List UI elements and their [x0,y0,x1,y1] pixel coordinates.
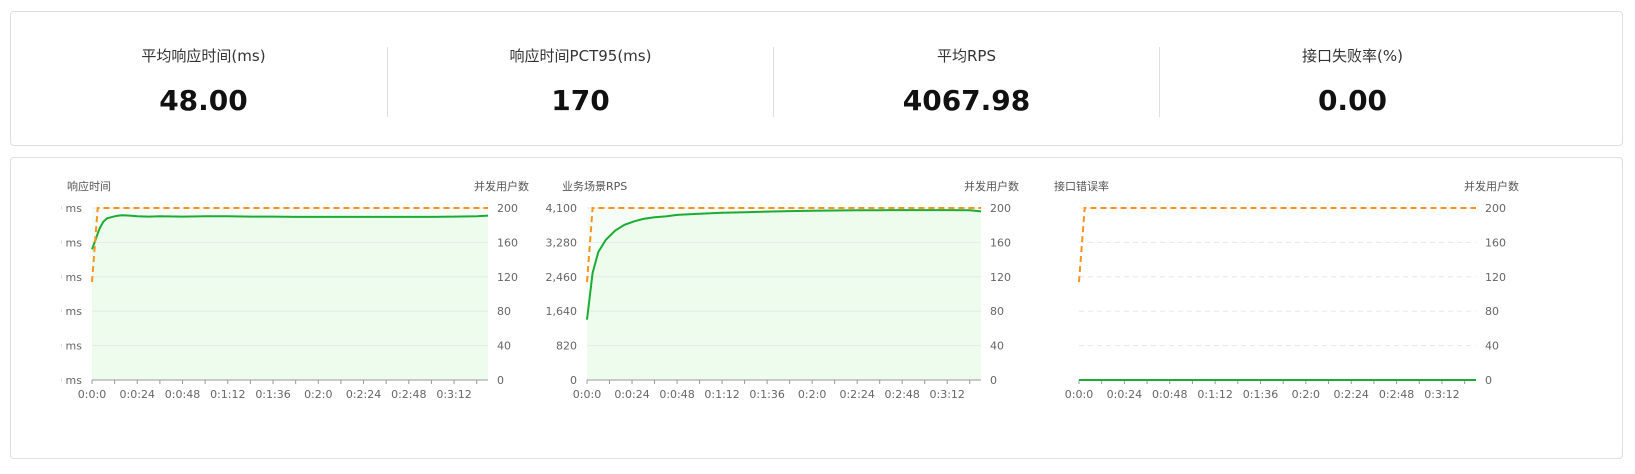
y-left-tick-label: 40 ms [61,236,82,249]
x-tick-label: 0:1:12 [704,388,739,401]
x-tick-label: 0:3:12 [436,388,471,401]
metric-failure-rate: 接口失败率(%) 0.00 [1160,12,1545,145]
chart-right-title: 并发用户数 [1464,179,1519,193]
y-right-tick-label: 160 [497,236,518,249]
x-tick-label: 0:2:24 [839,388,874,401]
x-tick-label: 0:2:24 [346,388,381,401]
chart-left-title: 业务场景RPS [562,179,627,193]
y-left-tick-label: 0 ms [61,374,82,387]
y-left-tick-label: 30 ms [61,271,82,284]
response-time-chart: 响应时间 并发用户数 0 ms 0 10 ms 40 20 ms 80 30 ms 120 40 m… [61,179,529,401]
y-right-tick-label: 200 [497,202,518,215]
y-left-tick-label: 4,100 [546,202,578,215]
y-right-tick-label: 160 [1485,236,1506,249]
x-tick-label: 0:0:48 [659,388,694,401]
chart-left-title: 接口错误率 [1054,179,1109,193]
y-left-tick-label: 820 [556,340,577,353]
summary-panel: 平均响应时间(ms) 48.00 响应时间PCT95(ms) 170 平均RPS… [10,11,1623,146]
y-right-tick-label: 0 [1485,374,1492,387]
y-left-tick-label: 0 [570,374,577,387]
plot-background [587,208,981,380]
x-tick-label: 0:1:12 [210,388,245,401]
x-tick-label: 0:0:0 [573,388,601,401]
y-right-tick-label: 120 [990,271,1011,284]
metric-value: 0.00 [1317,84,1388,117]
metric-pct95-response-time: 响应时间PCT95(ms) 170 [388,12,773,145]
concurrency-series-line [1078,207,1476,283]
metric-value: 48.00 [159,84,248,117]
y-left-tick-label: 10 ms [61,340,82,353]
y-right-tick-label: 40 [497,340,511,353]
y-left-tick-label: 3,280 [546,236,578,249]
metric-value: 170 [551,84,610,117]
y-right-tick-label: 40 [990,340,1004,353]
x-tick-label: 0:1:12 [1197,388,1232,401]
x-tick-label: 0:2:24 [1334,388,1369,401]
x-tick-label: 0:2:48 [884,388,919,401]
x-tick-label: 0:2:48 [391,388,426,401]
y-right-tick-label: 0 [497,374,504,387]
y-right-tick-label: 120 [1485,271,1506,284]
y-right-tick-label: 120 [497,271,518,284]
y-right-tick-label: 80 [497,305,511,318]
charts-panel: 响应时间 并发用户数 0 ms 0 10 ms 40 20 ms 80 30 ms 120 40 m… [10,157,1623,459]
x-tick-label: 0:2:48 [1379,388,1414,401]
x-tick-label: 0:0:24 [120,388,155,401]
rps-chart: 业务场景RPS 并发用户数 0 0 820 40 1,640 80 2,460 120 3,280 1… [546,179,1020,401]
x-tick-label: 0:0:48 [1152,388,1187,401]
y-right-tick-label: 0 [990,374,997,387]
y-right-tick-label: 80 [990,305,1004,318]
chart-left-title: 响应时间 [67,179,111,193]
y-left-tick-label: 1,640 [546,305,578,318]
x-tick-label: 0:2:0 [798,388,826,401]
y-left-tick-label: 50 ms [61,202,82,215]
y-right-tick-label: 200 [990,202,1011,215]
metric-avg-response-time: 平均响应时间(ms) 48.00 [11,12,396,145]
x-tick-label: 0:1:36 [749,388,784,401]
x-tick-label: 0:1:36 [1243,388,1278,401]
y-right-tick-label: 200 [1485,202,1506,215]
x-tick-label: 0:0:48 [165,388,200,401]
y-right-tick-label: 40 [1485,340,1499,353]
metric-label: 响应时间PCT95(ms) [509,47,652,65]
chart-right-title: 并发用户数 [474,179,529,193]
x-tick-label: 0:0:0 [1065,388,1093,401]
x-tick-label: 0:3:12 [930,388,965,401]
x-tick-label: 0:2:0 [1292,388,1320,401]
plot-background [92,208,488,380]
x-tick-label: 0:3:12 [1424,388,1459,401]
metric-label: 平均响应时间(ms) [141,47,266,65]
y-left-tick-label: 20 ms [61,305,82,318]
y-right-tick-label: 80 [1485,305,1499,318]
metric-avg-rps: 平均RPS 4067.98 [774,12,1159,145]
metric-label: 接口失败率(%) [1302,47,1403,65]
x-tick-label: 0:0:0 [78,388,106,401]
y-right-tick-label: 160 [990,236,1011,249]
error-rate-chart: 接口错误率 并发用户数 0 40 80 120 160 200 0:0:0 0:0:24 0:0:4… [1054,179,1519,401]
metric-label: 平均RPS [937,47,996,65]
y-left-tick-label: 2,460 [546,271,578,284]
metric-value: 4067.98 [902,84,1031,117]
x-tick-label: 0:1:36 [255,388,290,401]
x-tick-label: 0:2:0 [304,388,332,401]
chart-right-title: 并发用户数 [964,179,1019,193]
x-tick-label: 0:0:24 [1107,388,1142,401]
x-tick-label: 0:0:24 [614,388,649,401]
